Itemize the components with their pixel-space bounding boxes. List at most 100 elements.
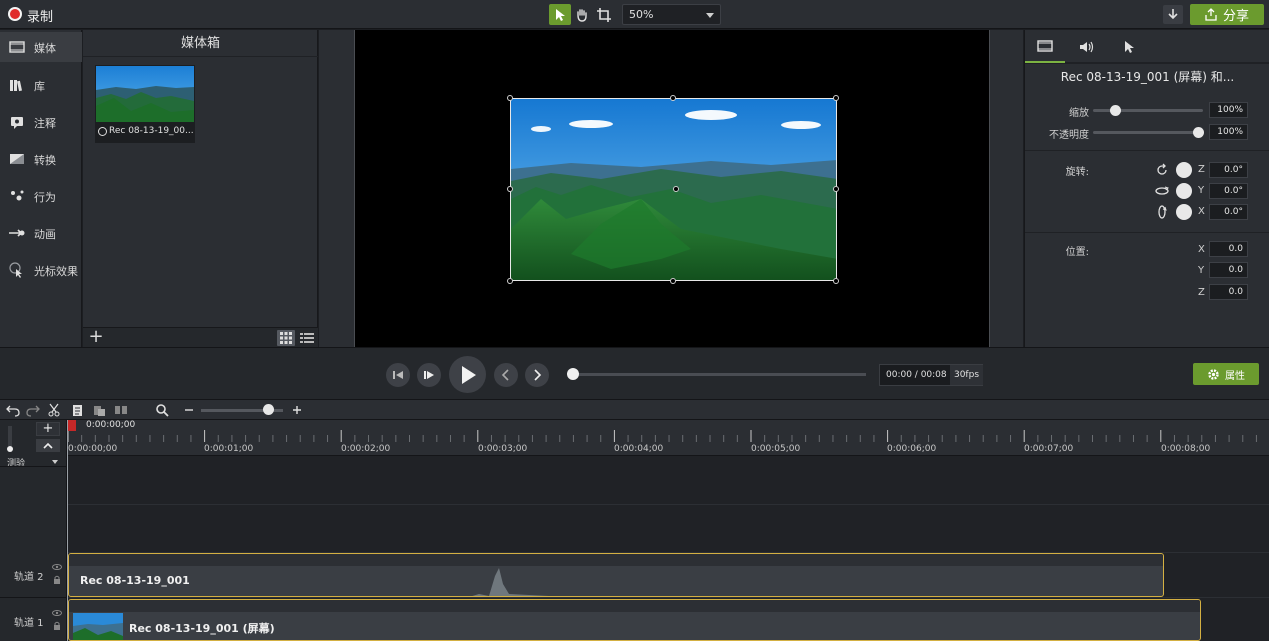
share-button[interactable]: 分享 (1190, 4, 1264, 25)
position-x-field[interactable]: 0.0 (1209, 241, 1248, 257)
sidebar-item-behaviors[interactable]: 行为 (0, 181, 82, 211)
properties-button[interactable]: 属性 (1193, 363, 1259, 385)
playhead-time: 0:00:00;00 (86, 420, 136, 430)
clip-header-strip (69, 600, 1200, 612)
lock-icon[interactable] (53, 575, 61, 584)
zoom-dropdown[interactable]: 50% (622, 4, 721, 25)
resize-handle[interactable] (833, 278, 839, 284)
tab-visual[interactable] (1025, 30, 1065, 63)
add-media-button[interactable]: + (88, 328, 104, 346)
properties-tabs (1025, 30, 1269, 63)
ruler-tick-label: 0:00:06;00 (887, 444, 937, 454)
opacity-slider-knob[interactable] (1193, 127, 1204, 138)
timeline-clip-video[interactable]: Rec 08-13-19_001 (屏幕) (68, 599, 1201, 641)
timeline-clip-audio[interactable]: Rec 08-13-19_001 (68, 553, 1164, 597)
sidebar-item-media[interactable]: 媒体 (0, 32, 82, 62)
list-view-button[interactable] (298, 330, 316, 346)
time-readout: 00:00 / 00:08 (886, 370, 947, 380)
preview-canvas[interactable] (354, 30, 990, 347)
record-button-label[interactable]: 录制 (27, 6, 53, 25)
split-icon[interactable] (114, 403, 128, 417)
position-z-field[interactable]: 0.0 (1209, 284, 1248, 300)
opacity-field[interactable]: 100% (1209, 124, 1248, 140)
track-height-knob[interactable] (7, 446, 13, 452)
lock-icon[interactable] (53, 621, 61, 630)
step-forward-button[interactable] (417, 363, 441, 387)
rotation-axis-label: X (1198, 206, 1205, 217)
media-bin-title: 媒体箱 (83, 30, 318, 57)
share-icon (1205, 8, 1217, 21)
center-handle[interactable] (673, 186, 679, 192)
rotation-label: 旋转: (1065, 167, 1089, 178)
track-height-slider[interactable] (8, 426, 12, 446)
resize-handle[interactable] (670, 95, 676, 101)
resize-handle[interactable] (833, 186, 839, 192)
grid-view-button[interactable] (277, 330, 295, 346)
select-tool-button[interactable] (549, 4, 571, 25)
sidebar-item-transitions[interactable]: 转换 (0, 144, 82, 174)
previous-marker-button[interactable] (494, 363, 518, 387)
playhead[interactable] (68, 420, 76, 431)
step-back-button[interactable] (386, 363, 410, 387)
opacity-slider[interactable] (1093, 131, 1203, 134)
sidebar-item-cursor-effects[interactable]: 光标效果 (0, 255, 82, 285)
pan-tool-button[interactable] (571, 4, 593, 25)
ruler-tick-label: 0:00:03;00 (478, 444, 528, 454)
position-y-field[interactable]: 0.0 (1209, 262, 1248, 278)
rotation-x-dial[interactable] (1176, 204, 1192, 220)
add-track-button[interactable]: + (36, 422, 60, 436)
collapse-tracks-button[interactable] (36, 439, 60, 452)
canvas-panel (319, 30, 1023, 347)
scale-slider-knob[interactable] (1109, 105, 1121, 116)
zoom-in-icon[interactable] (290, 403, 304, 417)
sidebar-item-library[interactable]: 库 (0, 70, 82, 100)
resize-handle[interactable] (507, 95, 513, 101)
record-icon[interactable] (8, 7, 22, 21)
play-button[interactable] (449, 356, 486, 393)
rotation-y-dial[interactable] (1176, 183, 1192, 199)
media-bin-footer: + (83, 327, 318, 347)
sidebar-item-label: 动画 (34, 228, 56, 241)
resize-handle[interactable] (833, 95, 839, 101)
ruler-tick-label: 0:00:01;00 (204, 444, 254, 454)
list-icon (300, 333, 314, 343)
seek-bar[interactable] (572, 373, 866, 376)
copy-icon[interactable] (70, 403, 84, 417)
audio-waveform (459, 568, 949, 596)
ruler-tick-label: 0:00:04;00 (614, 444, 664, 454)
sidebar-item-animations[interactable]: 动画 (0, 218, 82, 248)
seek-knob[interactable] (567, 368, 579, 380)
timeline-zoom-knob[interactable] (263, 404, 274, 415)
rotation-axis-label: Y (1198, 185, 1205, 196)
sidebar-item-label: 转换 (34, 154, 56, 167)
search-icon[interactable] (155, 403, 169, 417)
eye-icon[interactable] (52, 609, 62, 617)
cut-icon[interactable] (47, 403, 61, 417)
rotation-x-field[interactable]: 0.0° (1209, 204, 1248, 220)
resize-handle[interactable] (670, 278, 676, 284)
rotation-z-field[interactable]: 0.0° (1209, 162, 1248, 178)
undo-icon[interactable] (6, 403, 20, 417)
quiz-label[interactable]: 测验 (7, 456, 25, 469)
crop-tool-button[interactable] (593, 4, 615, 25)
tab-audio[interactable] (1067, 30, 1107, 63)
rotation-y-field[interactable]: 0.0° (1209, 183, 1248, 199)
opacity-label: 不透明度 (1049, 130, 1089, 141)
rotation-z-dial[interactable] (1176, 162, 1192, 178)
scale-field[interactable]: 100% (1209, 102, 1248, 118)
paste-icon[interactable] (92, 403, 106, 417)
media-item[interactable]: Rec 08-13-19_00... (95, 65, 195, 143)
media-item-radio[interactable] (98, 127, 107, 136)
zoom-out-icon[interactable] (182, 403, 196, 417)
tab-cursor[interactable] (1109, 30, 1149, 63)
timeline-ruler[interactable]: 0:00:00;00 0:00:00;00 0:00:01;00 0:00:02… (68, 420, 1269, 456)
redo-icon[interactable] (26, 403, 40, 417)
resize-handle[interactable] (507, 186, 513, 192)
chevron-down-icon[interactable] (52, 460, 58, 464)
resize-handle[interactable] (507, 278, 513, 284)
eye-icon[interactable] (52, 563, 62, 571)
download-button[interactable] (1163, 5, 1183, 24)
step-forward-icon (424, 371, 434, 379)
sidebar-item-annotations[interactable]: 注释 (0, 107, 82, 137)
next-marker-button[interactable] (525, 363, 549, 387)
